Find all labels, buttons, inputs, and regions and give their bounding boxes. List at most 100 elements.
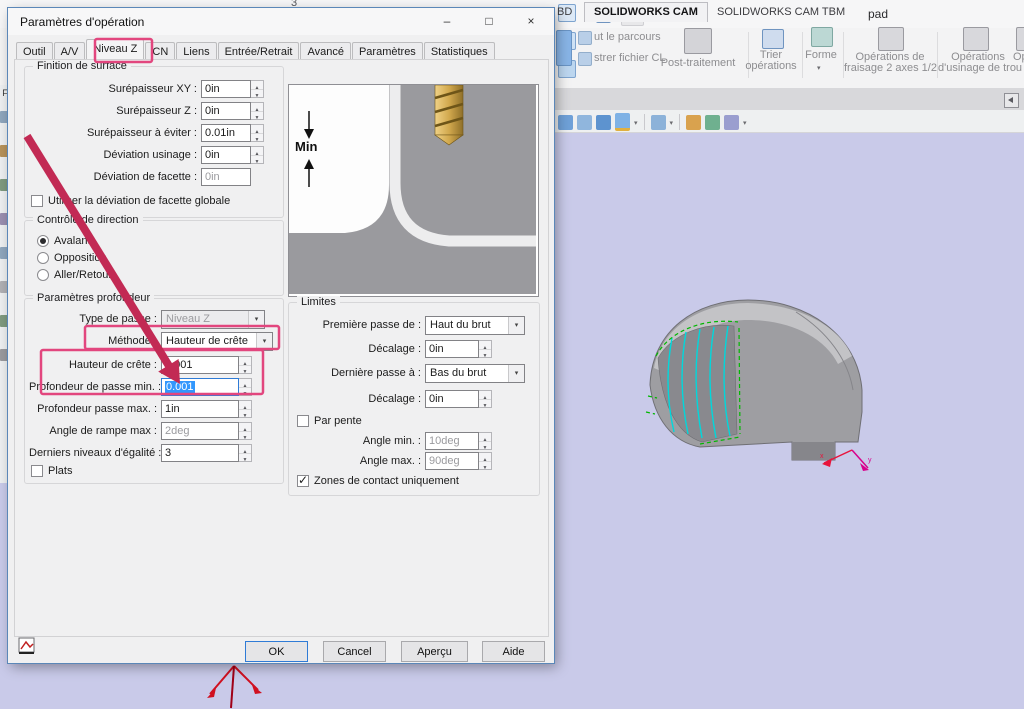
field-row: Hauteur de crête : 0.001 bbox=[29, 355, 252, 375]
field-row: Profondeur de passe min. : 0.001 bbox=[29, 377, 252, 397]
radio-label: Aller/Retour bbox=[54, 269, 112, 281]
spinner[interactable] bbox=[251, 146, 264, 164]
radio-label: Avalant bbox=[54, 235, 91, 247]
field-label: Surépaisseur Z : bbox=[29, 105, 197, 117]
measure-icon[interactable] bbox=[615, 113, 630, 131]
ribbon-pin-icon[interactable] bbox=[1004, 93, 1019, 108]
tab-solidworks-cam-tbm[interactable]: SOLIDWORKS CAM TBM bbox=[708, 3, 854, 22]
spinner[interactable] bbox=[239, 400, 252, 418]
radio-icon bbox=[37, 269, 49, 281]
post-process-label[interactable]: Post-traitement bbox=[660, 57, 736, 69]
field-row: Surépaisseur à éviter : 0.01in bbox=[29, 123, 264, 143]
spinner[interactable] bbox=[239, 378, 252, 396]
simulate-toolpath-label[interactable]: ut le parcours bbox=[594, 31, 661, 43]
checkbox-par-pente[interactable]: Par pente bbox=[297, 413, 362, 429]
surepaisseur-z-input[interactable]: 0in bbox=[201, 102, 251, 120]
apercu-button[interactable]: Aperçu bbox=[401, 641, 468, 662]
spinner[interactable] bbox=[479, 390, 492, 408]
checkbox-plats[interactable]: Plats bbox=[31, 463, 72, 479]
radio-icon bbox=[37, 252, 49, 264]
tab-solidworks-cam[interactable]: SOLIDWORKS CAM bbox=[584, 2, 708, 22]
surepaisseur-eviter-input[interactable]: 0.01in bbox=[201, 124, 251, 142]
part-ledge-face bbox=[792, 442, 835, 460]
chevron-down-icon[interactable] bbox=[743, 116, 747, 128]
minimize-button[interactable]: – bbox=[426, 10, 468, 32]
model-3d-part[interactable]: x y bbox=[600, 150, 920, 510]
surepaisseur-xy-input[interactable]: 0in bbox=[201, 80, 251, 98]
spinner bbox=[239, 422, 252, 440]
checkbox-deviation-globale[interactable]: Utiliser la déviation de facette globale bbox=[31, 193, 230, 209]
cancel-button[interactable]: Cancel bbox=[323, 641, 386, 662]
save-cl-file-label[interactable]: strer fichier CL bbox=[594, 52, 666, 64]
simulate-toolpath-icon[interactable] bbox=[578, 31, 592, 45]
field-label: Dernière passe à : bbox=[293, 367, 421, 379]
derniere-passe-dropdown[interactable]: Bas du brut bbox=[425, 364, 525, 383]
radio-opposition[interactable]: Opposition bbox=[37, 250, 107, 266]
field-row: Profondeur passe max. : 1in bbox=[29, 399, 252, 419]
spinner[interactable] bbox=[239, 444, 252, 462]
display-style-icon[interactable] bbox=[705, 115, 720, 130]
dialog-window-buttons: – □ × bbox=[426, 10, 552, 32]
tab-niveau-z[interactable]: Niveau Z bbox=[86, 39, 144, 61]
forme-icon[interactable] bbox=[811, 27, 833, 47]
field-row: Angle min. : 10deg bbox=[293, 431, 492, 451]
maximize-button[interactable]: □ bbox=[468, 10, 510, 32]
profondeur-passe-max-input[interactable]: 1in bbox=[161, 400, 239, 418]
section-view-icon[interactable] bbox=[596, 115, 611, 130]
decalage-2-input[interactable]: 0in bbox=[425, 390, 479, 408]
angle-rampe-max-input: 2deg bbox=[161, 422, 239, 440]
spinner[interactable] bbox=[239, 356, 252, 374]
field-row: Méthode : Hauteur de crête bbox=[29, 331, 273, 351]
field-row: Surépaisseur XY : 0in bbox=[29, 79, 264, 99]
aide-button[interactable]: Aide bbox=[482, 641, 545, 662]
zoom-fit-icon[interactable] bbox=[558, 115, 573, 130]
field-label: Angle max. : bbox=[293, 455, 421, 467]
ok-button[interactable]: OK bbox=[245, 641, 308, 662]
zoom-area-icon[interactable] bbox=[577, 115, 592, 130]
new-toolpath-icon[interactable] bbox=[556, 30, 572, 66]
checkbox-icon bbox=[297, 415, 309, 427]
decalage-1-input[interactable]: 0in bbox=[425, 340, 479, 358]
hauteur-crete-input[interactable]: 0.001 bbox=[161, 356, 239, 374]
end-mill-tool bbox=[435, 85, 463, 145]
mill-operations-icon[interactable] bbox=[878, 27, 904, 51]
field-row: Angle de rampe max : 2deg bbox=[29, 421, 252, 441]
toolbar-separator bbox=[679, 114, 680, 130]
deviation-facette-input: 0in bbox=[201, 168, 251, 186]
chevron-down-icon[interactable] bbox=[634, 116, 638, 128]
post-process-icon[interactable] bbox=[684, 28, 712, 54]
save-cl-file-icon[interactable] bbox=[578, 52, 592, 66]
spinner[interactable] bbox=[251, 124, 264, 142]
profondeur-passe-min-input[interactable]: 0.001 bbox=[161, 378, 239, 396]
group-parametres-profondeur: Paramètres profondeur Type de passe : Ni… bbox=[24, 298, 284, 484]
sort-operations-icon[interactable] bbox=[762, 29, 784, 49]
radio-aller-retour[interactable]: Aller/Retour bbox=[37, 267, 112, 283]
checkbox-icon bbox=[31, 465, 43, 477]
sort-operations-label-2[interactable]: opérations bbox=[742, 60, 800, 72]
group-finition-de-surface: Finition de surface Surépaisseur XY : 0i… bbox=[24, 66, 284, 218]
deviation-usinage-input[interactable]: 0in bbox=[201, 146, 251, 164]
dialog-title: Paramètres d'opération bbox=[20, 15, 144, 29]
hole-machining-icon[interactable] bbox=[963, 27, 989, 51]
derniers-niveaux-input[interactable]: 3 bbox=[161, 444, 239, 462]
hole-machining-label-2[interactable]: d'usinage de trou bbox=[938, 62, 1018, 74]
view-orientation-icon[interactable] bbox=[651, 115, 666, 130]
spinner[interactable] bbox=[479, 340, 492, 358]
premiere-passe-dropdown[interactable]: Haut du brut bbox=[425, 316, 525, 335]
checkbox-zones-contact[interactable]: Zones de contact uniquement bbox=[297, 473, 459, 489]
chevron-down-icon[interactable] bbox=[670, 116, 674, 128]
checkbox-label: Par pente bbox=[314, 415, 362, 427]
spinner[interactable] bbox=[251, 102, 264, 120]
close-button[interactable]: × bbox=[510, 10, 552, 32]
spinner[interactable] bbox=[251, 80, 264, 98]
mill-operations-label-2[interactable]: fraisage 2 axes 1/2 bbox=[844, 62, 936, 74]
methode-dropdown[interactable]: Hauteur de crête bbox=[161, 332, 273, 351]
forme-label[interactable]: Forme bbox=[798, 49, 844, 61]
radio-label: Opposition bbox=[54, 252, 107, 264]
appearance-icon[interactable] bbox=[686, 115, 701, 130]
chevron-down-icon[interactable] bbox=[817, 61, 821, 73]
radio-avalant[interactable]: Avalant bbox=[37, 233, 91, 249]
field-label: Première passe de : bbox=[293, 319, 421, 331]
scallop-preview-graphic: Min bbox=[289, 85, 536, 294]
hide-show-items-icon[interactable] bbox=[724, 115, 739, 130]
